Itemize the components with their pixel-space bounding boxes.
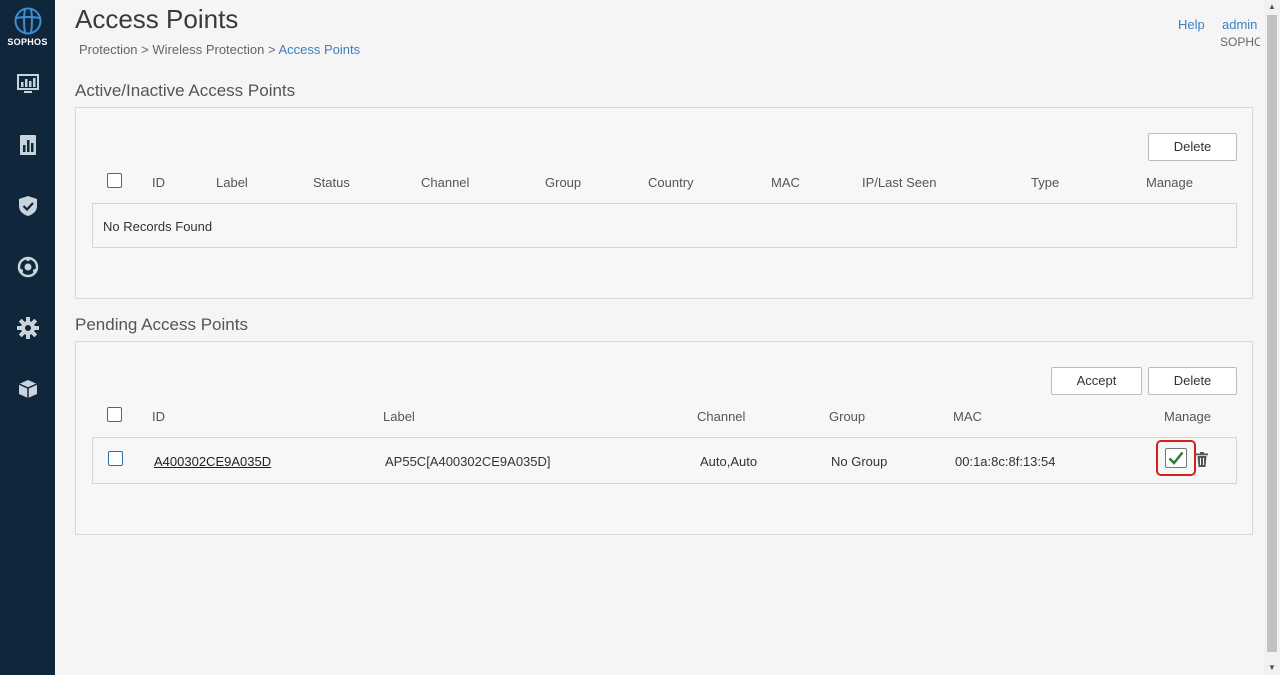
org-name: SOPHOS bbox=[1220, 35, 1260, 49]
sidebar-item-protect[interactable] bbox=[15, 193, 41, 219]
breadcrumb-current: Access Points bbox=[278, 42, 361, 57]
breadcrumb-separator: > bbox=[137, 42, 153, 57]
page-title: Access Points bbox=[75, 4, 239, 34]
column-header-mac[interactable]: MAC bbox=[953, 409, 982, 424]
shield-icon bbox=[19, 196, 37, 216]
sidebar-item-reports[interactable] bbox=[15, 132, 41, 158]
column-header-ip-last-seen[interactable]: IP/Last Seen bbox=[862, 175, 936, 190]
breadcrumb-protection[interactable]: Protection bbox=[79, 42, 138, 57]
sidebar: SOPHOS bbox=[0, 0, 55, 675]
column-header-status[interactable]: Status bbox=[313, 175, 350, 190]
active-table-body: No Records Found bbox=[92, 203, 1237, 248]
brand-name: SOPHOS bbox=[7, 37, 48, 47]
sidebar-item-configure[interactable] bbox=[15, 315, 41, 341]
checkmark-icon bbox=[1165, 448, 1187, 468]
protection-icon bbox=[17, 256, 39, 278]
vertical-scrollbar[interactable]: ▲ ▼ bbox=[1264, 0, 1280, 675]
column-header-id[interactable]: ID bbox=[152, 409, 165, 424]
column-header-group[interactable]: Group bbox=[829, 409, 865, 424]
column-header-label[interactable]: Label bbox=[216, 175, 248, 190]
active-access-points-panel: Delete ID Label Status Channel Group Cou… bbox=[75, 107, 1253, 299]
pending-access-points-panel: Accept Delete ID Label Channel Group MAC… bbox=[75, 341, 1253, 535]
scrollbar-thumb[interactable] bbox=[1267, 15, 1277, 652]
select-all-pending-checkbox[interactable] bbox=[107, 407, 122, 422]
column-header-label[interactable]: Label bbox=[383, 409, 415, 424]
column-header-type[interactable]: Type bbox=[1031, 175, 1059, 190]
delete-active-button[interactable]: Delete bbox=[1148, 133, 1237, 161]
column-header-manage: Manage bbox=[1164, 409, 1211, 424]
breadcrumb-separator: > bbox=[264, 42, 279, 57]
empty-records-message: No Records Found bbox=[103, 219, 213, 234]
active-section-title: Active/Inactive Access Points bbox=[75, 81, 296, 100]
delete-pending-button[interactable]: Delete bbox=[1148, 367, 1237, 395]
box-icon bbox=[18, 380, 38, 398]
access-point-channel: Auto,Auto bbox=[700, 454, 758, 469]
help-link[interactable]: Help bbox=[1178, 17, 1205, 32]
accept-row-button[interactable] bbox=[1156, 440, 1196, 476]
sidebar-item-system[interactable] bbox=[15, 376, 41, 402]
column-header-channel[interactable]: Channel bbox=[697, 409, 745, 424]
column-header-channel[interactable]: Channel bbox=[421, 175, 469, 190]
access-point-id-link[interactable]: A400302CE9A035D bbox=[154, 454, 271, 469]
scroll-up-arrow-icon[interactable]: ▲ bbox=[1268, 3, 1276, 11]
column-header-group[interactable]: Group bbox=[545, 175, 581, 190]
pending-section-title: Pending Access Points bbox=[75, 315, 248, 334]
sophos-logo[interactable]: SOPHOS bbox=[0, 6, 55, 47]
access-point-mac: 00:1a:8c:8f:13:54 bbox=[955, 454, 1056, 469]
sidebar-item-protection[interactable] bbox=[15, 254, 41, 280]
scroll-down-arrow-icon[interactable]: ▼ bbox=[1268, 664, 1276, 672]
access-point-group: No Group bbox=[831, 454, 888, 469]
select-all-active-checkbox[interactable] bbox=[107, 173, 122, 188]
column-header-manage: Manage bbox=[1146, 175, 1193, 190]
column-header-id[interactable]: ID bbox=[152, 175, 165, 190]
column-header-country[interactable]: Country bbox=[648, 175, 694, 190]
access-point-label: AP55C[A400302CE9A035D] bbox=[385, 454, 551, 469]
reports-icon bbox=[20, 135, 36, 155]
row-select-checkbox[interactable] bbox=[108, 451, 123, 466]
sidebar-item-monitor[interactable] bbox=[15, 71, 41, 97]
globe-icon bbox=[14, 7, 41, 35]
user-menu-link[interactable]: admin bbox=[1222, 17, 1257, 32]
gear-icon bbox=[17, 317, 39, 339]
monitor-icon bbox=[17, 74, 39, 93]
accept-button[interactable]: Accept bbox=[1051, 367, 1142, 395]
breadcrumb: Protection > Wireless Protection > Acces… bbox=[79, 42, 360, 57]
delete-row-trash-icon[interactable] bbox=[1196, 452, 1208, 472]
breadcrumb-wireless-protection[interactable]: Wireless Protection bbox=[152, 42, 264, 57]
column-header-mac[interactable]: MAC bbox=[771, 175, 800, 190]
table-row: A400302CE9A035D AP55C[A400302CE9A035D] A… bbox=[92, 437, 1237, 484]
